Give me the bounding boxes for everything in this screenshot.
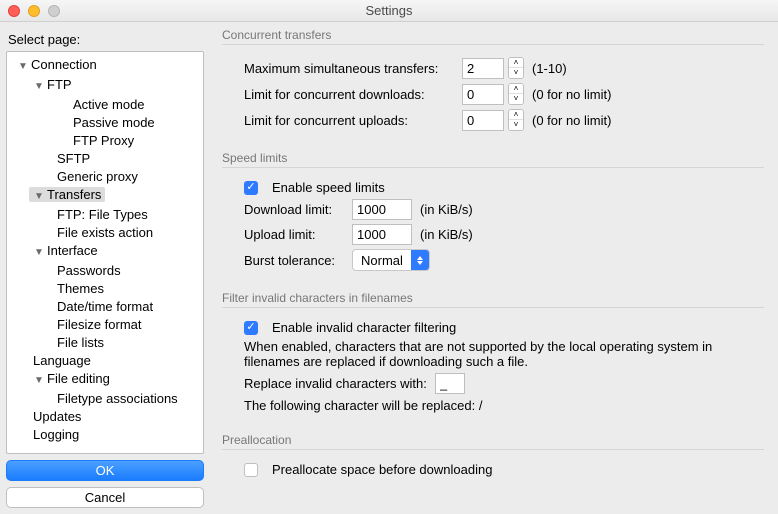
tree-language[interactable]: Language xyxy=(29,353,95,368)
dl-limit-input[interactable] xyxy=(462,84,504,105)
tree-connection[interactable]: ▼Connection xyxy=(13,57,101,72)
filter-note: The following character will be replaced… xyxy=(244,398,754,413)
tree-filesize[interactable]: Filesize format xyxy=(53,317,146,332)
group-prealloc: Preallocate space before downloading xyxy=(222,449,764,491)
max-transfers-hint: (1-10) xyxy=(532,61,567,76)
cancel-button[interactable]: Cancel xyxy=(6,487,204,508)
chevron-down-icon[interactable]: ˅ xyxy=(509,94,523,104)
tree-updates[interactable]: Updates xyxy=(29,409,85,424)
tree-themes[interactable]: Themes xyxy=(53,281,108,296)
chevron-up-icon[interactable]: ˄ xyxy=(509,110,523,120)
dl-limit-stepper[interactable]: ˄˅ xyxy=(508,83,524,105)
max-transfers-label: Maximum simultaneous transfers: xyxy=(244,61,454,76)
chevron-down-icon[interactable]: ▼ xyxy=(33,372,45,390)
tree-passwords[interactable]: Passwords xyxy=(53,263,125,278)
max-transfers-stepper[interactable]: ˄˅ xyxy=(508,57,524,79)
chevron-down-icon[interactable]: ˅ xyxy=(509,68,523,78)
dl-limit-label: Limit for concurrent downloads: xyxy=(244,87,454,102)
tree-sftp[interactable]: SFTP xyxy=(53,151,94,166)
tree-logging[interactable]: Logging xyxy=(29,427,83,442)
filter-description: When enabled, characters that are not su… xyxy=(244,339,754,369)
group-speed-title: Speed limits xyxy=(222,151,764,165)
ul-limit-label: Limit for concurrent uploads: xyxy=(244,113,454,128)
maximize-icon xyxy=(48,5,60,17)
chevron-up-icon[interactable]: ˄ xyxy=(509,58,523,68)
page-tree[interactable]: ▼Connection ▼FTP Active mode Passive mod… xyxy=(6,51,204,454)
chevron-down-icon[interactable]: ▼ xyxy=(33,188,45,206)
chevron-down-icon[interactable]: ˅ xyxy=(509,120,523,130)
chevron-down-icon[interactable]: ▼ xyxy=(33,244,45,262)
group-prealloc-title: Preallocation xyxy=(222,433,764,447)
group-filter: Enable invalid character filtering When … xyxy=(222,307,764,427)
ul-limit-stepper[interactable]: ˄˅ xyxy=(508,109,524,131)
tree-passive-mode[interactable]: Passive mode xyxy=(69,115,159,130)
speed-dl-input[interactable] xyxy=(352,199,412,220)
chevron-down-icon[interactable]: ▼ xyxy=(33,78,45,96)
dl-limit-hint: (0 for no limit) xyxy=(532,87,611,102)
max-transfers-input[interactable] xyxy=(462,58,504,79)
group-concurrent-title: Concurrent transfers xyxy=(222,28,764,42)
ul-limit-input[interactable] xyxy=(462,110,504,131)
ul-limit-hint: (0 for no limit) xyxy=(532,113,611,128)
speed-dl-label: Download limit: xyxy=(244,202,344,217)
replace-input[interactable] xyxy=(435,373,465,394)
speed-ul-label: Upload limit: xyxy=(244,227,344,242)
titlebar: Settings xyxy=(0,0,778,22)
sidebar: Select page: ▼Connection ▼FTP Active mod… xyxy=(0,22,210,514)
enable-speed-label: Enable speed limits xyxy=(272,180,385,195)
select-arrows-icon xyxy=(411,250,429,270)
sidebar-label: Select page: xyxy=(8,32,204,47)
tree-file-exists[interactable]: File exists action xyxy=(53,225,157,240)
tree-ftp-proxy[interactable]: FTP Proxy xyxy=(69,133,138,148)
tree-active-mode[interactable]: Active mode xyxy=(69,97,149,112)
tree-ftp-filetypes[interactable]: FTP: File Types xyxy=(53,207,152,222)
burst-label: Burst tolerance: xyxy=(244,253,344,268)
window-title: Settings xyxy=(0,3,778,18)
tree-file-editing[interactable]: ▼File editing xyxy=(29,371,114,386)
burst-value: Normal xyxy=(353,253,411,268)
prealloc-checkbox[interactable] xyxy=(244,463,258,477)
ok-button[interactable]: OK xyxy=(6,460,204,481)
enable-filter-checkbox[interactable] xyxy=(244,321,258,335)
tree-transfers[interactable]: ▼Transfers xyxy=(29,187,105,202)
tree-generic-proxy[interactable]: Generic proxy xyxy=(53,169,142,184)
prealloc-label: Preallocate space before downloading xyxy=(272,462,492,477)
tree-filelists[interactable]: File lists xyxy=(53,335,108,350)
group-filter-title: Filter invalid characters in filenames xyxy=(222,291,764,305)
group-concurrent: Maximum simultaneous transfers: ˄˅ (1-10… xyxy=(222,44,764,145)
group-speed: Enable speed limits Download limit: (in … xyxy=(222,167,764,285)
tree-datetime[interactable]: Date/time format xyxy=(53,299,157,314)
tree-interface[interactable]: ▼Interface xyxy=(29,243,102,258)
settings-panel: Concurrent transfers Maximum simultaneou… xyxy=(210,22,778,514)
replace-label: Replace invalid characters with: xyxy=(244,376,427,391)
speed-dl-unit: (in KiB/s) xyxy=(420,202,473,217)
tree-filetype-assoc[interactable]: Filetype associations xyxy=(53,391,182,406)
speed-ul-input[interactable] xyxy=(352,224,412,245)
burst-select[interactable]: Normal xyxy=(352,249,430,271)
tree-ftp[interactable]: ▼FTP xyxy=(29,77,76,92)
chevron-down-icon[interactable]: ▼ xyxy=(17,58,29,76)
speed-ul-unit: (in KiB/s) xyxy=(420,227,473,242)
minimize-icon[interactable] xyxy=(28,5,40,17)
enable-speed-checkbox[interactable] xyxy=(244,181,258,195)
close-icon[interactable] xyxy=(8,5,20,17)
enable-filter-label: Enable invalid character filtering xyxy=(272,320,456,335)
chevron-up-icon[interactable]: ˄ xyxy=(509,84,523,94)
